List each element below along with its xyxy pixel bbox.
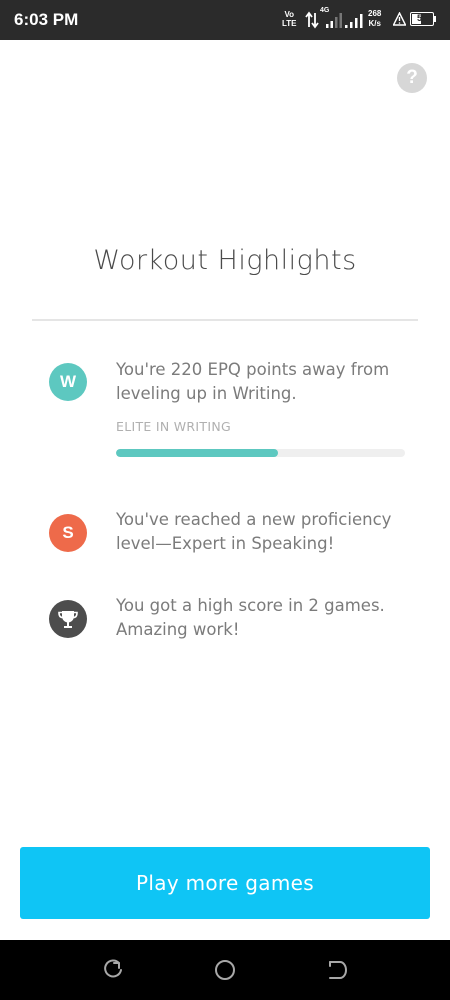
progress-label: ELITE IN WRITING (116, 419, 231, 434)
trophy-icon-glyph (58, 611, 78, 628)
battery-percentage: 52 (416, 13, 427, 23)
highlight-text-writing: You're 220 EPQ points away from leveling… (116, 360, 390, 403)
battery-icon: 52 (410, 12, 434, 26)
status-time: 6:03 PM (14, 10, 79, 29)
help-button[interactable]: ? (397, 63, 427, 93)
highlight-text-speaking: You've reached a new proficiency level—E… (116, 510, 392, 553)
trophy-icon (49, 600, 87, 638)
navigation-bar (0, 940, 450, 1000)
status-bar: 6:03 PM Vo LTE 4G 268 K/s 52 (0, 0, 450, 40)
title-divider (32, 319, 418, 321)
recent-apps-icon[interactable] (102, 959, 124, 981)
home-icon[interactable] (214, 959, 236, 981)
writing-progress-fill (116, 449, 278, 457)
speaking-skill-icon: S (49, 514, 87, 552)
writing-progress-bar (116, 449, 405, 457)
signal-icon (326, 13, 342, 28)
volte-indicator: Vo LTE (282, 10, 297, 28)
warning-icon (393, 12, 406, 26)
signal-icon (345, 14, 363, 28)
data-transfer-icon (305, 11, 319, 29)
writing-skill-icon: W (49, 363, 87, 401)
network-speed: 268 K/s (368, 9, 382, 28)
back-icon[interactable] (326, 959, 348, 981)
page-title: Workout Highlights (93, 245, 357, 276)
play-more-games-button[interactable]: Play more games (20, 847, 430, 919)
highlight-text-games: You got a high score in 2 games. Amazing… (116, 596, 385, 639)
battery-tip (434, 16, 436, 22)
